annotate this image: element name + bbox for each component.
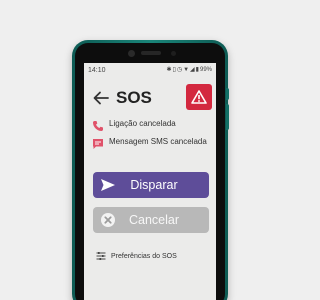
status-call-text: Ligação cancelada xyxy=(109,119,176,128)
warning-icon[interactable] xyxy=(186,84,212,110)
earpiece-speaker xyxy=(141,51,161,55)
arrow-left-icon[interactable] xyxy=(92,89,110,107)
send-button-label: Disparar xyxy=(130,178,178,192)
page-title: SOS xyxy=(116,88,152,107)
close-icon xyxy=(99,211,117,229)
status-sms: Mensagem SMS cancelada xyxy=(84,137,216,150)
status-bar: 14:10 ✱ ▯ ◷ ▼ ◢ ▮ 99% xyxy=(84,63,216,77)
alarm-icon: ◷ xyxy=(176,67,183,73)
send-button[interactable]: Disparar xyxy=(93,172,209,198)
signal-icon: ◢ xyxy=(190,67,195,73)
front-camera xyxy=(128,50,135,57)
proximity-sensor xyxy=(171,51,176,56)
status-sms-text: Mensagem SMS cancelada xyxy=(109,137,207,146)
volume-button xyxy=(226,88,229,100)
battery-level: 99% xyxy=(199,67,212,73)
phone-icon xyxy=(93,121,103,131)
cancel-button-label: Cancelar xyxy=(128,213,180,227)
wifi-icon: ▼ xyxy=(183,67,190,73)
vibrate-icon: ▯ xyxy=(172,67,176,73)
sos-preferences-link[interactable]: Preferências do SOS xyxy=(96,251,177,261)
sliders-icon xyxy=(96,252,106,260)
cancel-button[interactable]: Cancelar xyxy=(93,207,209,233)
power-button xyxy=(226,104,229,130)
status-call: Ligação cancelada xyxy=(84,119,216,132)
battery-icon: ▮ xyxy=(195,67,199,73)
sos-preferences-label: Preferências do SOS xyxy=(111,252,177,260)
bluetooth-icon: ✱ xyxy=(166,67,172,73)
clock: 14:10 xyxy=(88,66,106,74)
app-header: SOS xyxy=(84,77,216,119)
phone-screen: 14:10 ✱ ▯ ◷ ▼ ◢ ▮ 99% SOS Ligação cancel… xyxy=(84,63,216,300)
send-icon xyxy=(99,176,117,194)
status-icons: ✱ ▯ ◷ ▼ ◢ ▮ 99% xyxy=(167,67,213,73)
message-icon xyxy=(93,139,103,149)
